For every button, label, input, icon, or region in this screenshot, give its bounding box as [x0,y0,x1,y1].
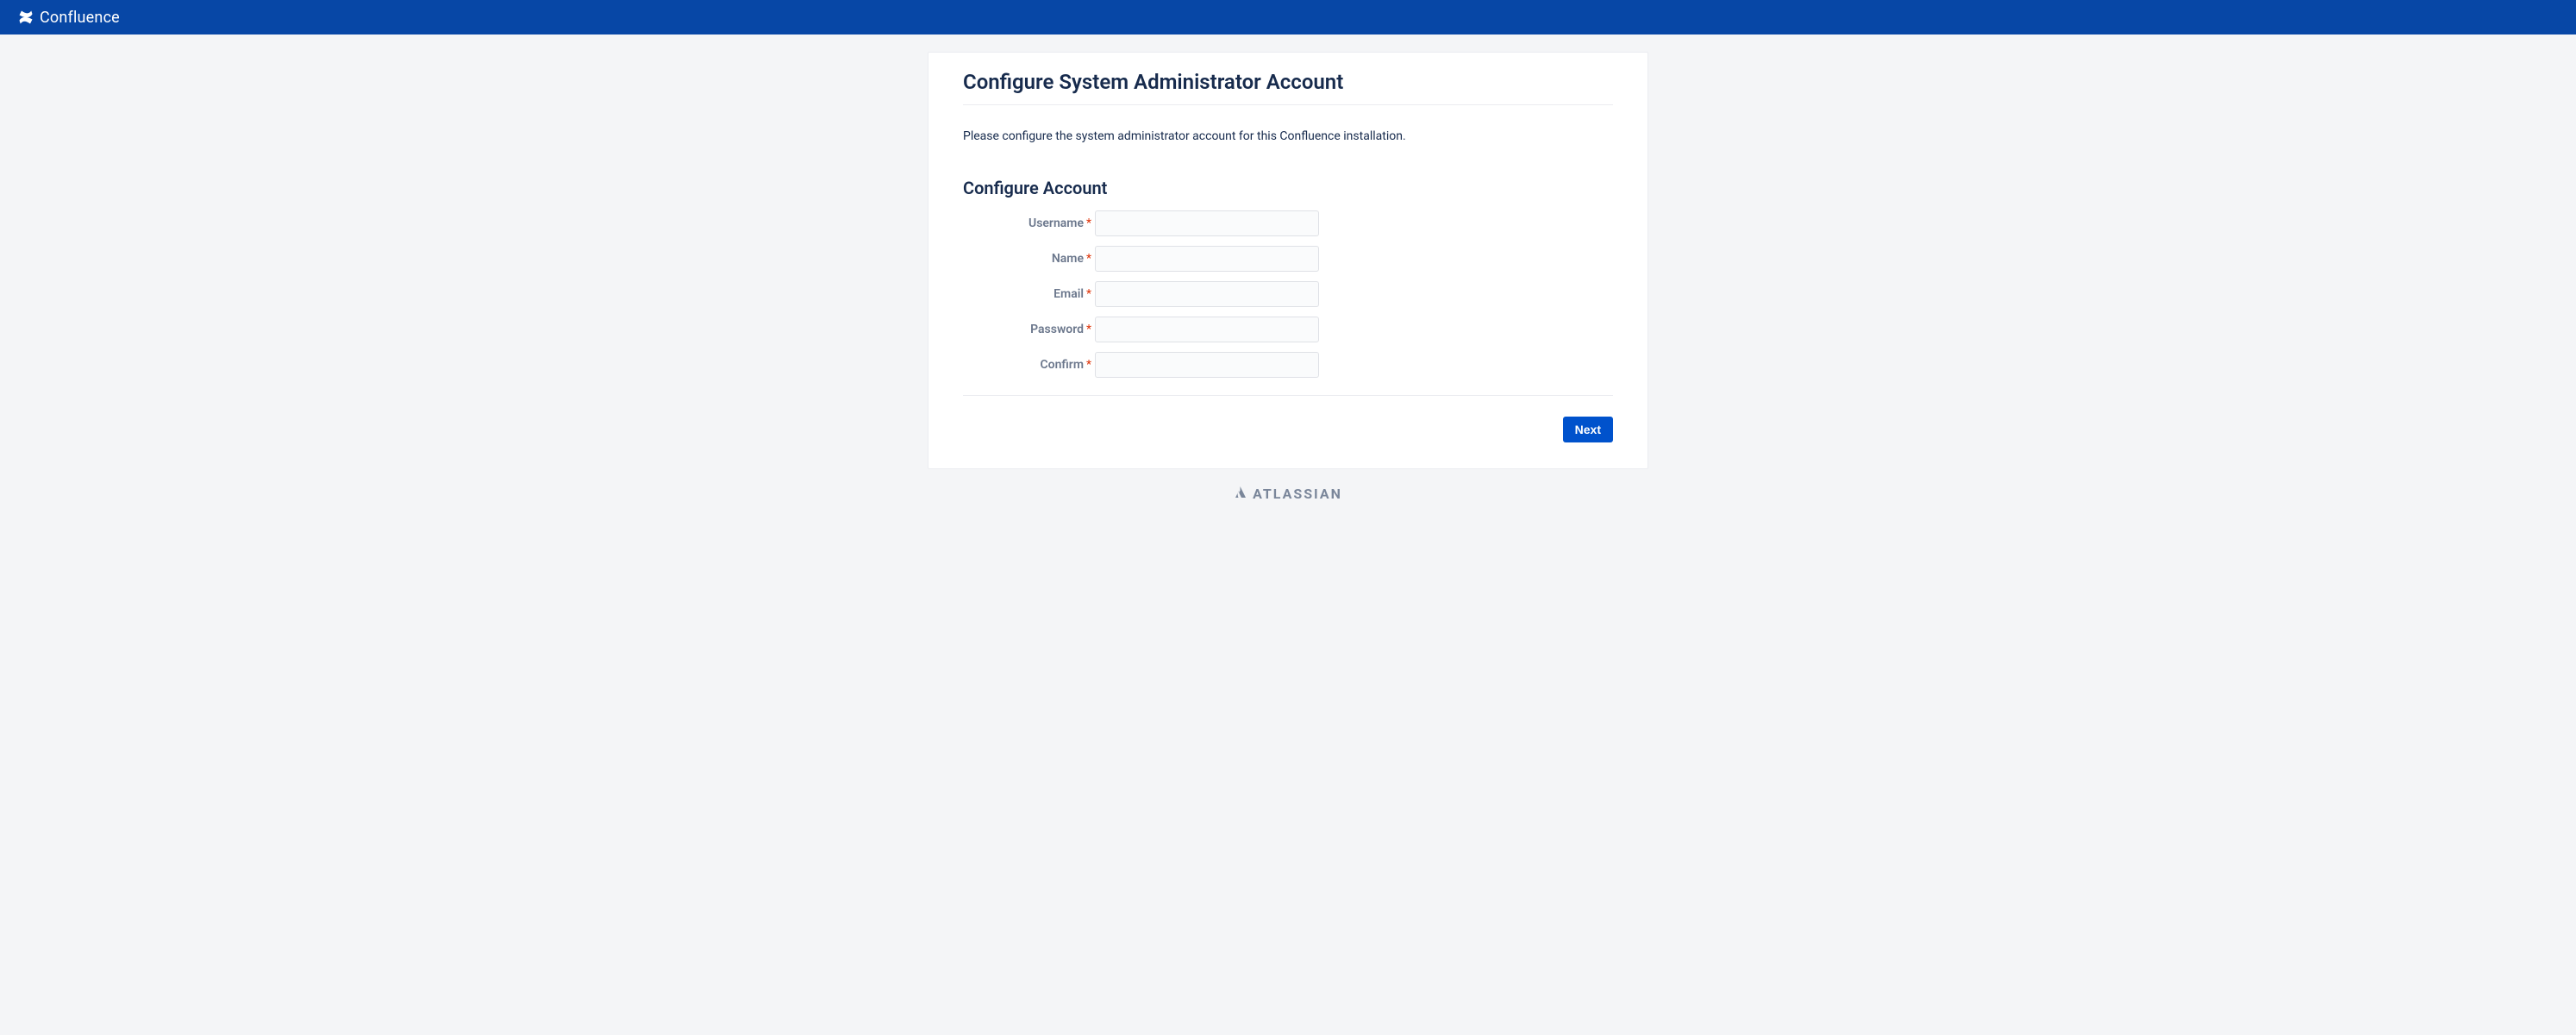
row-name: Name * [963,246,1613,272]
vendor-name: ATLASSIAN [1253,486,1342,502]
section-title: Configure Account [963,178,1613,198]
row-password: Password * [963,317,1613,342]
password-input[interactable] [1095,317,1319,342]
product-name: Confluence [40,9,120,27]
required-marker: * [1086,287,1095,301]
page-title: Configure System Administrator Account [963,70,1613,105]
confluence-logo-icon [17,9,34,26]
row-confirm: Confirm * [963,352,1613,378]
vendor-brand: ATLASSIAN [1234,485,1342,502]
atlassian-logo-icon [1234,485,1247,502]
username-input[interactable] [1095,210,1319,236]
label-name: Name [963,252,1085,266]
page-description: Please configure the system administrato… [963,129,1613,143]
row-username: Username * [963,210,1613,236]
next-button[interactable]: Next [1563,417,1613,442]
product-brand: Confluence [17,9,120,27]
label-confirm: Confirm [963,358,1085,372]
label-password: Password [963,323,1085,336]
name-input[interactable] [1095,246,1319,272]
button-bar: Next [963,395,1613,442]
required-marker: * [1086,216,1095,230]
main-card: Configure System Administrator Account P… [928,52,1648,469]
email-input[interactable] [1095,281,1319,307]
required-marker: * [1086,358,1095,372]
required-marker: * [1086,323,1095,336]
label-email: Email [963,287,1085,301]
footer: ATLASSIAN [928,469,1648,526]
required-marker: * [1086,252,1095,266]
row-email: Email * [963,281,1613,307]
label-username: Username [963,216,1085,230]
topbar: Confluence [0,0,2576,34]
confirm-input[interactable] [1095,352,1319,378]
